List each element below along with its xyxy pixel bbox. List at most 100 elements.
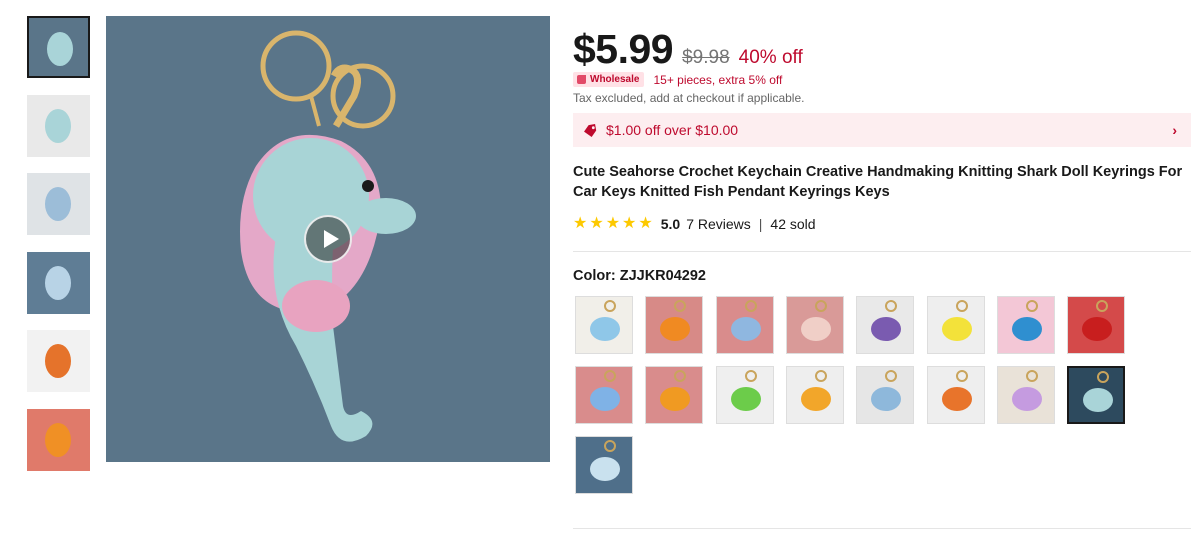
color-swatch-1[interactable] bbox=[575, 296, 633, 354]
color-swatch-3[interactable] bbox=[715, 296, 774, 354]
keyring-icon bbox=[814, 300, 827, 312]
thumbnail-4[interactable] bbox=[27, 251, 90, 314]
swatch-image bbox=[716, 367, 773, 423]
swatch-image bbox=[1068, 297, 1125, 353]
swatch-subject bbox=[871, 317, 902, 341]
keyring-icon bbox=[604, 370, 616, 382]
color-swatch-12[interactable] bbox=[785, 366, 844, 424]
keyring-icon bbox=[955, 370, 968, 382]
swatch-subject bbox=[730, 317, 761, 341]
thumbnail-image bbox=[29, 18, 88, 76]
thumbnail-subject bbox=[45, 108, 71, 143]
thumbnail-2[interactable] bbox=[27, 94, 90, 157]
tax-note: Tax excluded, add at checkout if applica… bbox=[573, 91, 805, 105]
thumbnail-subject bbox=[45, 344, 71, 378]
swatch-image bbox=[576, 437, 632, 493]
swatch-subject bbox=[590, 387, 620, 411]
swatch-subject bbox=[800, 387, 831, 411]
product-title: Cute Seahorse Crochet Keychain Creative … bbox=[573, 164, 1183, 200]
thumbnail-image bbox=[27, 173, 90, 235]
swatch-image bbox=[576, 367, 632, 423]
coupon-tag-icon bbox=[584, 123, 597, 137]
swatch-image bbox=[857, 367, 914, 423]
main-product-image[interactable] bbox=[106, 16, 550, 462]
swatch-image bbox=[646, 367, 703, 423]
thumbnail-subject bbox=[45, 422, 71, 457]
star-icon: ★ bbox=[622, 215, 637, 232]
star-icon: ★ bbox=[605, 215, 621, 232]
color-swatch-5[interactable] bbox=[856, 296, 915, 354]
thumbnail-1[interactable] bbox=[27, 16, 90, 78]
keyring-icon bbox=[814, 370, 827, 382]
wholesale-badge: Wholesale bbox=[573, 72, 645, 87]
wholesale-badge-label: Wholesale bbox=[590, 74, 640, 85]
swatch-subject bbox=[590, 457, 620, 481]
rating-score: 5.0 bbox=[660, 216, 681, 232]
thumbnail-subject bbox=[45, 265, 71, 300]
swatch-subject bbox=[660, 387, 691, 411]
rating-row: ★ ★ ★ ★ ★ 5.0 7 Reviews | 42 sold bbox=[573, 216, 816, 233]
swatch-image bbox=[646, 297, 703, 353]
wholesale-row: Wholesale 15+ pieces, extra 5% off bbox=[573, 72, 782, 87]
keyring-icon bbox=[885, 370, 898, 382]
keyring-icon bbox=[604, 440, 616, 452]
divider-bar: | bbox=[758, 216, 763, 232]
swatch-image bbox=[576, 297, 632, 353]
thumbnail-image bbox=[27, 251, 90, 314]
price-row: $5.99 $9.98 40% off bbox=[573, 26, 803, 73]
keyring-icon bbox=[1096, 300, 1109, 312]
swatch-subject bbox=[660, 317, 691, 341]
color-swatch-14[interactable] bbox=[926, 366, 985, 424]
star-icon: ★ bbox=[589, 215, 604, 232]
swatch-subject bbox=[1011, 317, 1042, 341]
coupon-banner[interactable]: $1.00 off over $10.00 › bbox=[573, 113, 1191, 147]
swatch-image bbox=[786, 367, 843, 423]
keyring-icon bbox=[674, 370, 687, 382]
chevron-right-icon: › bbox=[1172, 122, 1177, 138]
keyring-icon bbox=[955, 300, 968, 312]
swatch-image bbox=[1069, 368, 1124, 422]
color-swatch-17[interactable] bbox=[575, 436, 633, 494]
thumbnail-image bbox=[27, 408, 90, 471]
thumbnail-6[interactable] bbox=[27, 408, 90, 471]
color-swatch-6[interactable] bbox=[926, 296, 985, 354]
thumbnail-3[interactable] bbox=[27, 173, 90, 235]
color-swatch-4[interactable] bbox=[785, 296, 844, 354]
wholesale-offer-text: 15+ pieces, extra 5% off bbox=[653, 72, 783, 87]
color-swatch-13[interactable] bbox=[856, 366, 915, 424]
color-swatch-10[interactable] bbox=[645, 366, 704, 424]
swatch-subject bbox=[590, 317, 620, 341]
color-swatch-7[interactable] bbox=[996, 296, 1055, 354]
swatch-subject bbox=[730, 387, 761, 411]
swatch-subject bbox=[1082, 317, 1113, 341]
keyring-icon bbox=[1025, 300, 1038, 312]
keyring-icon bbox=[1097, 371, 1110, 383]
color-swatch-16[interactable] bbox=[1067, 366, 1126, 424]
thumbnail-image bbox=[27, 94, 90, 157]
thumbnail-subject bbox=[47, 32, 73, 66]
discount-label: 40% off bbox=[738, 47, 803, 68]
color-swatch-2[interactable] bbox=[645, 296, 704, 354]
current-price: $5.99 bbox=[573, 26, 674, 72]
color-swatch-8[interactable] bbox=[1067, 296, 1126, 354]
original-price: $9.98 bbox=[682, 47, 730, 68]
play-video-button[interactable] bbox=[304, 215, 352, 263]
reviews-link[interactable]: 7 Reviews bbox=[686, 216, 751, 232]
swatch-subject bbox=[1011, 387, 1042, 411]
section-divider bbox=[573, 528, 1191, 529]
keyring-icon bbox=[674, 300, 687, 312]
swatch-subject bbox=[1083, 388, 1114, 412]
coupon-text: $1.00 off over $10.00 bbox=[606, 122, 739, 138]
swatch-image bbox=[857, 297, 914, 353]
keyring-icon bbox=[885, 300, 898, 312]
color-swatch-15[interactable] bbox=[996, 366, 1055, 424]
swatch-image bbox=[927, 297, 984, 353]
star-rating: ★ ★ ★ ★ ★ bbox=[573, 216, 655, 232]
star-icon: ★ bbox=[573, 215, 588, 232]
color-swatch-9[interactable] bbox=[575, 366, 633, 424]
color-swatch-11[interactable] bbox=[715, 366, 774, 424]
swatch-image bbox=[997, 297, 1054, 353]
thumbnail-5[interactable] bbox=[27, 330, 90, 392]
thumbnail-subject bbox=[45, 187, 71, 221]
swatch-subject bbox=[871, 387, 902, 411]
